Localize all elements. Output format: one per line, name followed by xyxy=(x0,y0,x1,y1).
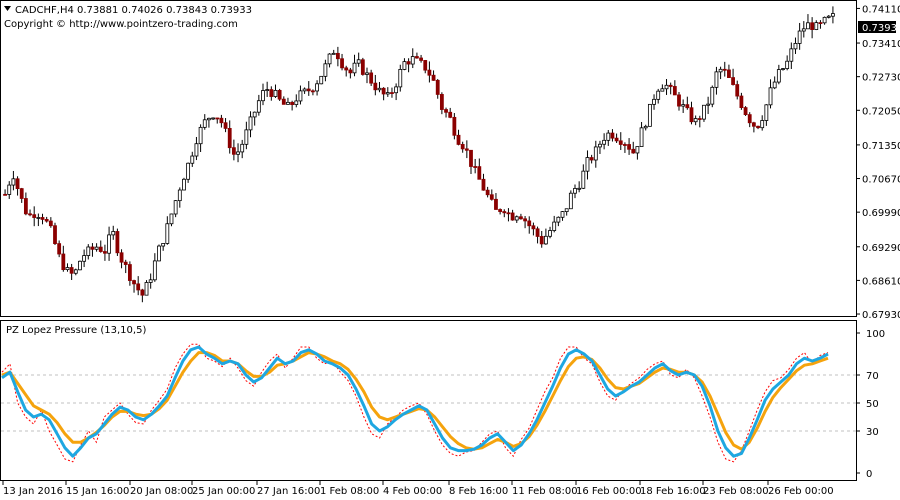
price-tick-label: 0.68610 xyxy=(862,276,900,287)
price-tick-label: 0.69990 xyxy=(862,208,900,219)
price-tick-label: 0.69290 xyxy=(862,243,900,254)
indicator-title: PZ Lopez Pressure (13,10,5) xyxy=(6,325,146,336)
time-tick-label: 8 Feb 16:00 xyxy=(449,486,508,497)
candle xyxy=(702,104,706,122)
candle xyxy=(53,222,57,245)
candle xyxy=(743,106,748,116)
price-tick-label: 0.71350 xyxy=(862,141,900,152)
price-tick-label: 0.74110 xyxy=(862,4,900,15)
current-price-label: 0.73933 xyxy=(862,23,900,34)
candle xyxy=(360,57,365,76)
time-tick-label: 27 Jan 16:00 xyxy=(257,486,320,497)
time-tick-label: 18 Feb 16:00 xyxy=(640,486,706,497)
time-tick-label: 11 Feb 08:00 xyxy=(512,486,578,497)
indicator-tick-label: 0 xyxy=(866,469,872,480)
candle xyxy=(452,113,457,140)
time-tick-label: 26 Feb 00:00 xyxy=(768,486,834,497)
price-tick-label: 0.67930 xyxy=(862,310,900,321)
candle xyxy=(182,177,186,191)
time-tick-label: 4 Feb 00:00 xyxy=(383,486,442,497)
candle xyxy=(568,190,573,210)
candle xyxy=(115,228,120,256)
price-tick-label: 0.72050 xyxy=(862,106,900,117)
price-tick-label: 0.73410 xyxy=(862,39,900,50)
indicator-tick-label: 30 xyxy=(866,427,879,438)
candle xyxy=(277,88,282,101)
copyright-label: Copyright © http://www.pointzero-trading… xyxy=(4,19,238,30)
indicator-pane[interactable] xyxy=(0,320,857,481)
time-tick-label: 1 Feb 08:00 xyxy=(320,486,379,497)
time-axis: 13 Jan 2016 15 Jan 16:00 20 Jan 08:0025 Ja… xyxy=(2,481,834,497)
time-tick-label: 16 Feb 00:00 xyxy=(576,486,642,497)
candle xyxy=(78,260,82,271)
price-axis: 0.74110 0.73410 0.72730 0.72050 0.71350 0.706… xyxy=(856,4,900,321)
indicator-tick-label: 70 xyxy=(866,371,879,382)
candle xyxy=(647,103,652,127)
indicator-tick-label: 100 xyxy=(866,329,885,340)
candle xyxy=(319,75,324,85)
time-tick-label: 15 Jan 16:00 xyxy=(66,486,129,497)
price-tick-label: 0.72730 xyxy=(862,73,900,84)
time-tick-label: 23 Feb 08:00 xyxy=(703,486,769,497)
time-tick-label: 25 Jan 00:00 xyxy=(192,486,255,497)
indicator-axis: 100 70 50 30 0 xyxy=(856,329,885,480)
time-tick-label: 20 Jan 08:00 xyxy=(130,486,193,497)
price-tick-label: 0.70670 xyxy=(862,175,900,186)
candle xyxy=(157,244,161,262)
symbol-ohlc-label: CADCHF,H4 0.73881 0.74026 0.73843 0.7393… xyxy=(15,5,252,16)
candle xyxy=(144,280,149,296)
time-tick-label: 13 Jan 2016 xyxy=(3,486,63,497)
indicator-tick-label: 50 xyxy=(866,399,879,410)
candle xyxy=(710,85,715,108)
chart-root: CADCHF,H4 0.73881 0.74026 0.73843 0.7393… xyxy=(0,0,900,497)
